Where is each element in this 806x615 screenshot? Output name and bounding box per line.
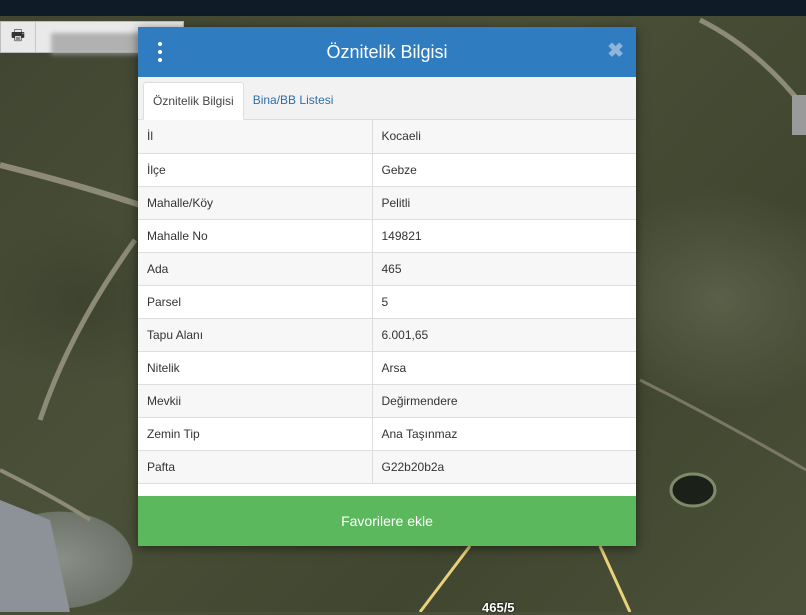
tab-building-list[interactable]: Bina/BB Listesi bbox=[244, 81, 343, 119]
table-row: Parsel 5 bbox=[138, 285, 636, 319]
row-key: Tapu Alanı bbox=[138, 318, 373, 352]
row-value: 149821 bbox=[372, 219, 636, 253]
table-row: Tapu Alanı 6.001,65 bbox=[138, 318, 636, 352]
add-to-favorites-button[interactable]: Favorilere ekle bbox=[138, 496, 636, 546]
vertical-dots-icon[interactable] bbox=[156, 42, 164, 62]
row-value: 465 bbox=[372, 252, 636, 286]
row-key: Zemin Tip bbox=[138, 417, 373, 451]
close-icon[interactable]: ✖ bbox=[607, 39, 624, 63]
table-row: Pafta G22b20b2a bbox=[138, 450, 636, 484]
row-value: Ana Taşınmaz bbox=[372, 417, 636, 451]
row-value: Kocaeli bbox=[372, 120, 636, 154]
row-key: Ada bbox=[138, 252, 373, 286]
tab-attribute-info[interactable]: Öznitelik Bilgisi bbox=[143, 82, 244, 120]
row-key: Mevkii bbox=[138, 384, 373, 418]
row-key: İlçe bbox=[138, 153, 373, 187]
attribute-table: İl Kocaeli İlçe Gebze Mahalle/Köy Pelitli M… bbox=[138, 120, 636, 484]
table-row: Mevkii Değirmendere bbox=[138, 384, 636, 418]
attribute-dialog: Öznitelik Bilgisi ✖ Öznitelik Bilgisi Bi… bbox=[138, 27, 636, 546]
table-row: Ada 465 bbox=[138, 252, 636, 286]
table-row: Nitelik Arsa bbox=[138, 351, 636, 385]
row-value: G22b20b2a bbox=[372, 450, 636, 484]
row-key: Mahalle No bbox=[138, 219, 373, 253]
row-value: Pelitli bbox=[372, 186, 636, 220]
row-value: Arsa bbox=[372, 351, 636, 385]
table-row: Mahalle No 149821 bbox=[138, 219, 636, 253]
print-button[interactable]: 🖶 bbox=[1, 22, 36, 52]
top-bar bbox=[0, 0, 806, 16]
blurred-area bbox=[51, 33, 141, 55]
row-key: Mahalle/Köy bbox=[138, 186, 373, 220]
row-value: Değirmendere bbox=[372, 384, 636, 418]
table-row: Zemin Tip Ana Taşınmaz bbox=[138, 417, 636, 451]
row-value: 6.001,65 bbox=[372, 318, 636, 352]
table-row: Mahalle/Köy Pelitli bbox=[138, 186, 636, 220]
dialog-tabs: Öznitelik Bilgisi Bina/BB Listesi bbox=[138, 77, 636, 120]
row-value: Gebze bbox=[372, 153, 636, 187]
print-icon: 🖶 bbox=[10, 26, 26, 44]
row-key: Nitelik bbox=[138, 351, 373, 385]
table-row: İl Kocaeli bbox=[138, 120, 636, 154]
row-key: Pafta bbox=[138, 450, 373, 484]
dialog-header: Öznitelik Bilgisi ✖ bbox=[138, 27, 636, 77]
table-row: İlçe Gebze bbox=[138, 153, 636, 187]
parcel-label: 465/5 bbox=[482, 600, 515, 615]
dialog-title: Öznitelik Bilgisi bbox=[326, 41, 448, 62]
row-key: Parsel bbox=[138, 285, 373, 319]
row-key: İl bbox=[138, 120, 373, 154]
row-value: 5 bbox=[372, 285, 636, 319]
